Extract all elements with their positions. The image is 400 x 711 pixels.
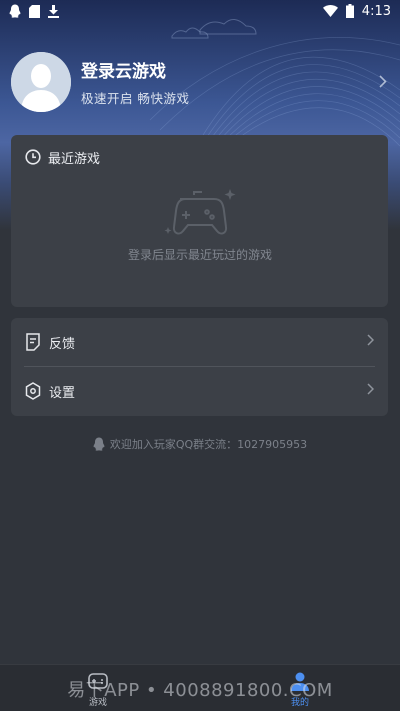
status-bar: 4:13 bbox=[0, 0, 400, 22]
qq-penguin-icon bbox=[93, 437, 105, 451]
menu-item-settings-label: 设置 bbox=[49, 385, 76, 401]
recent-games-empty-text: 登录后显示最近玩过的游戏 bbox=[127, 248, 272, 262]
chevron-right-icon bbox=[367, 334, 375, 350]
qq-penguin-icon bbox=[9, 4, 21, 18]
status-time: 4:13 bbox=[361, 3, 391, 19]
settings-hex-icon bbox=[25, 382, 41, 400]
qq-group-info: 欢迎加入玩家QQ群交流：1027905953 bbox=[0, 436, 400, 452]
qq-group-text: 欢迎加入玩家QQ群交流：1027905953 bbox=[109, 438, 308, 451]
download-icon bbox=[48, 4, 59, 18]
nav-tab-games[interactable]: 游戏 bbox=[68, 671, 128, 708]
wifi-icon bbox=[322, 5, 338, 17]
chevron-right-icon bbox=[367, 383, 375, 399]
menu-item-settings[interactable]: 设置 bbox=[11, 367, 388, 415]
nav-tab-me[interactable]: 我的 bbox=[270, 671, 330, 708]
feedback-icon bbox=[25, 333, 41, 351]
default-avatar-icon bbox=[11, 52, 71, 112]
recent-games-title: 最近游戏 bbox=[48, 151, 101, 167]
login-profile-row[interactable]: 登录云游戏 极速开启 畅快游戏 bbox=[11, 48, 391, 116]
menu-item-feedback-label: 反馈 bbox=[49, 336, 76, 352]
clock-icon bbox=[25, 149, 41, 165]
avatar[interactable] bbox=[11, 52, 71, 112]
person-icon bbox=[291, 672, 309, 691]
battery-icon bbox=[345, 4, 354, 18]
menu-item-feedback[interactable]: 反馈 bbox=[11, 318, 388, 366]
gamepad-placeholder-icon bbox=[160, 187, 240, 247]
settings-menu-card: 反馈 设置 bbox=[11, 318, 388, 416]
chevron-right-icon[interactable] bbox=[379, 72, 391, 93]
sd-card-icon bbox=[29, 4, 40, 18]
gamepad-icon bbox=[88, 673, 108, 689]
login-subtitle: 极速开启 畅快游戏 bbox=[81, 91, 190, 106]
bottom-navigation: 游戏 我的 bbox=[0, 664, 400, 711]
nav-tab-me-label: 我的 bbox=[290, 698, 309, 708]
login-title[interactable]: 登录云游戏 bbox=[81, 57, 379, 82]
nav-tab-games-label: 游戏 bbox=[88, 698, 107, 708]
